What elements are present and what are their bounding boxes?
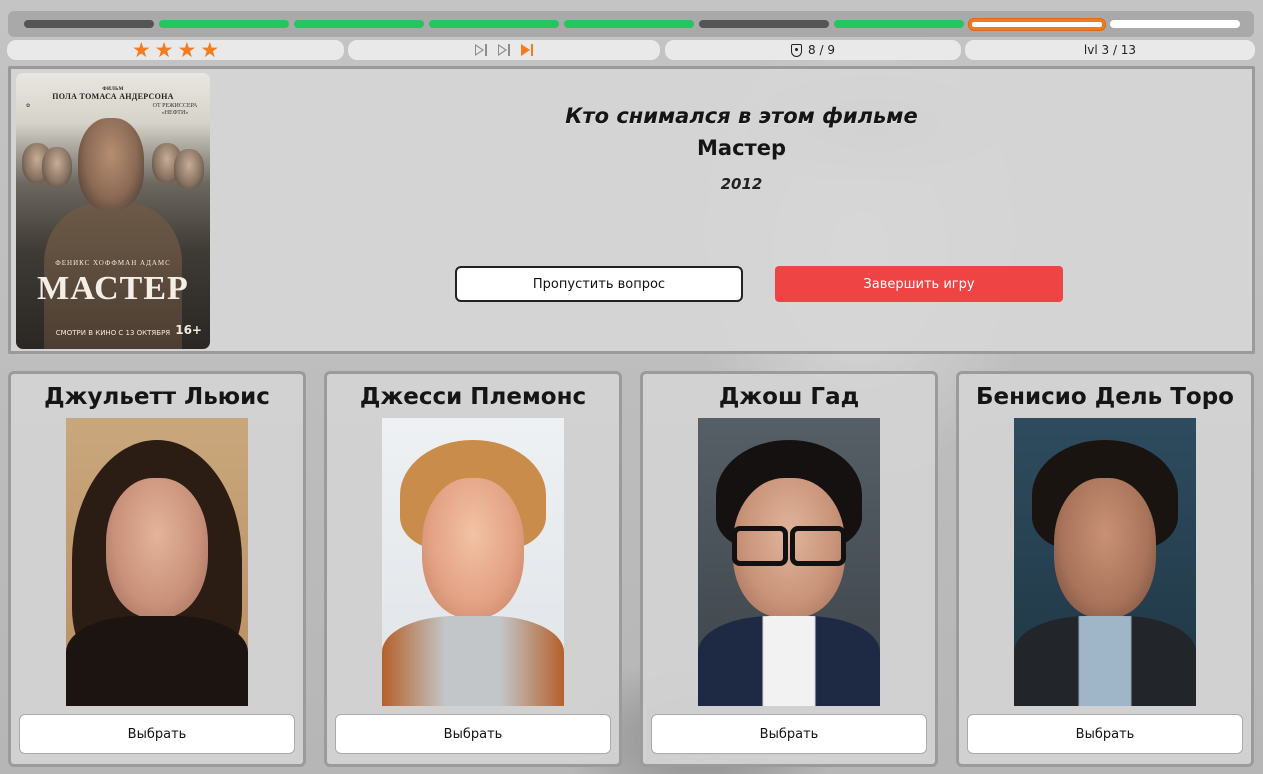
photo-body xyxy=(382,616,564,706)
photo-face xyxy=(106,478,208,618)
actor-photo xyxy=(1014,418,1196,706)
skips-panel xyxy=(348,40,660,60)
progress-segment-correct xyxy=(159,20,289,28)
progress-segment-correct xyxy=(429,20,559,28)
progress-segment-wrong xyxy=(24,20,154,28)
poster-title: МАСТЕР xyxy=(37,270,189,307)
star-icon: ★ xyxy=(131,38,151,62)
stars-panel: ★ ★ ★ ★ xyxy=(7,38,344,62)
glasses-icon xyxy=(732,526,846,566)
actor-photo xyxy=(698,418,880,706)
level-counter: lvl 3 / 13 xyxy=(1083,43,1137,57)
level-panel: lvl 3 / 13 xyxy=(965,40,1255,60)
skip-forward-icon xyxy=(474,43,489,57)
question-progress-bar xyxy=(8,11,1254,37)
movie-title: Мастер xyxy=(697,136,786,160)
photo-body xyxy=(698,616,880,706)
photo-body xyxy=(66,616,248,706)
star-icon: ★ xyxy=(200,38,220,62)
photo-face xyxy=(1054,478,1156,618)
progress-segment-wrong xyxy=(699,20,829,28)
actor-name: Джесси Племонс xyxy=(359,384,587,410)
photo-body xyxy=(1014,616,1196,706)
choose-button[interactable]: Выбрать xyxy=(19,714,295,754)
actor-name: Джульетт Льюис xyxy=(44,384,270,410)
poster-age-rating: 16+ xyxy=(175,323,202,337)
actor-name: Джош Гад xyxy=(718,384,860,410)
poster-actors: ФЕНИКС ХОФФМАН АДАМС xyxy=(55,259,171,267)
poster-credit: ФИЛЬМ ПОЛА ТОМАСА АНДЕРСОНА xyxy=(52,87,174,101)
end-game-button[interactable]: Завершить игру xyxy=(775,266,1063,302)
progress-segment-current xyxy=(969,18,1105,30)
skip-forward-icon xyxy=(497,43,512,57)
answer-card: Джульетт Льюис Выбрать xyxy=(8,371,306,767)
actor-photo xyxy=(382,418,564,706)
actor-name: Бенисио Дель Торо xyxy=(976,384,1234,410)
poster-tagline: ОТ РЕЖИССЕРА «НЕФТИ» xyxy=(152,103,198,116)
progress-segment-pending xyxy=(1110,20,1240,28)
question-panel: ФИЛЬМ ПОЛА ТОМАСА АНДЕРСОНА ✿ ОТ РЕЖИССЕ… xyxy=(8,66,1255,354)
poster-figure xyxy=(42,147,72,187)
venice-laurel-icon: ✿ xyxy=(26,103,31,109)
movie-poster: ФИЛЬМ ПОЛА ТОМАСА АНДЕРСОНА ✿ ОТ РЕЖИССЕ… xyxy=(16,73,210,349)
poster-face xyxy=(78,118,144,210)
star-icon: ★ xyxy=(154,38,174,62)
question-prompt: Кто снимался в этом фильме xyxy=(565,104,918,128)
choose-button[interactable]: Выбрать xyxy=(651,714,927,754)
choose-button[interactable]: Выбрать xyxy=(967,714,1243,754)
answer-card: Джесси Племонс Выбрать xyxy=(324,371,622,767)
progress-segment-correct xyxy=(564,20,694,28)
poster-figure xyxy=(174,149,204,189)
progress-segment-correct xyxy=(294,20,424,28)
actor-photo xyxy=(66,418,248,706)
answer-card: Джош Гад Выбрать xyxy=(640,371,938,767)
choose-button[interactable]: Выбрать xyxy=(335,714,611,754)
star-icon: ★ xyxy=(177,38,197,62)
lives-panel: 8 / 9 xyxy=(665,40,961,60)
progress-segment-correct xyxy=(834,20,964,28)
skip-forward-icon xyxy=(520,43,535,57)
answer-card: Бенисио Дель Торо Выбрать xyxy=(956,371,1254,767)
skip-question-button[interactable]: Пропустить вопрос xyxy=(455,266,743,302)
movie-year: 2012 xyxy=(720,175,763,193)
lives-counter: 8 / 9 xyxy=(808,43,835,57)
photo-face xyxy=(422,478,524,618)
shield-icon xyxy=(791,43,803,57)
